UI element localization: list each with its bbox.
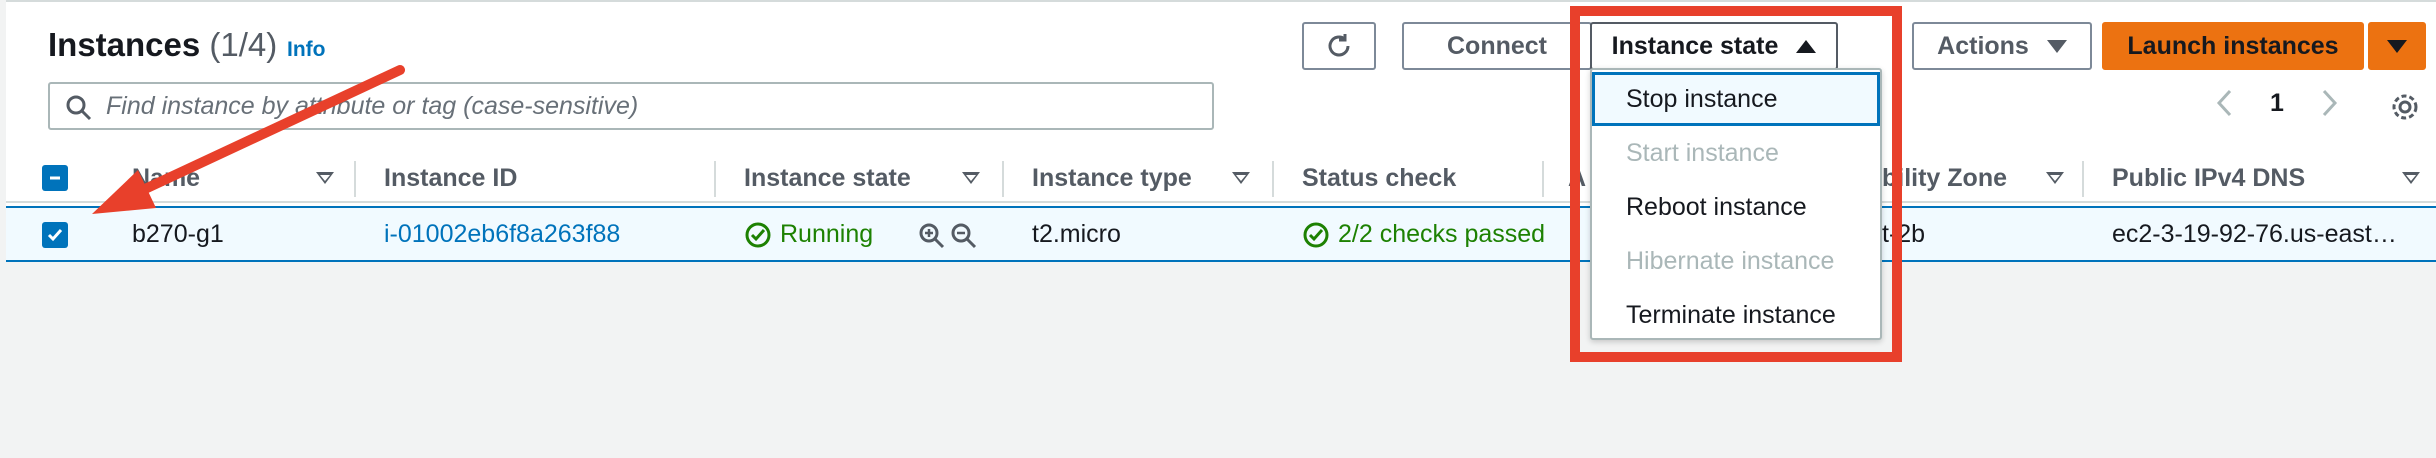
checkbox-checked-icon [47, 229, 63, 242]
status-check-text[interactable]: 2/2 checks passed [1338, 220, 1545, 249]
sort-icon[interactable] [2402, 172, 2420, 184]
zoom-in-icon[interactable] [918, 222, 946, 250]
column-divider[interactable] [2082, 161, 2084, 197]
search-box [48, 82, 1214, 130]
zoom-out-icon[interactable] [950, 222, 978, 250]
column-divider[interactable] [1272, 161, 1274, 197]
instance-state-menu: Stop instance Start instance Reboot inst… [1590, 68, 1882, 340]
column-header-instance-state[interactable]: Instance state [744, 153, 994, 203]
selected-count: (1/4) [209, 26, 278, 63]
column-header-label: Name [132, 163, 201, 192]
table-row[interactable]: b270-g1 i-01002eb6f8a263f88 Running t2.m… [6, 206, 2436, 262]
menu-item-terminate-instance[interactable]: Terminate instance [1592, 288, 1880, 342]
menu-item-hibernate-instance: Hibernate instance [1626, 246, 1835, 275]
column-header-label: bility Zone [1882, 163, 2007, 192]
column-header-label: Instance ID [384, 163, 518, 192]
column-header-label: A [1568, 163, 1587, 192]
column-header-instance-type[interactable]: Instance type [1032, 153, 1272, 203]
cell-public-dns: ec2-3-19-92-76.us-east… [2112, 220, 2397, 248]
table-header: Name Instance ID Instance state Instance… [6, 153, 2436, 203]
column-divider[interactable] [354, 161, 356, 197]
sort-icon[interactable] [1232, 172, 1250, 184]
menu-item-stop-instance[interactable]: Stop instance [1592, 72, 1880, 126]
column-header-public-dns[interactable]: Public IPv4 DNS [2112, 153, 2432, 203]
launch-options-button[interactable] [2368, 22, 2426, 70]
column-divider[interactable] [1542, 161, 1544, 197]
column-header-label: Public IPv4 DNS [2112, 163, 2306, 192]
gear-icon[interactable] [2388, 90, 2422, 124]
refresh-button[interactable] [1302, 22, 1376, 70]
check-circle-icon [745, 222, 771, 247]
column-header-name[interactable]: Name [132, 153, 352, 203]
column-header-status-check[interactable]: Status check [1302, 153, 1542, 203]
caret-up-icon [1796, 39, 1817, 53]
menu-item-reboot-instance[interactable]: Reboot instance [1592, 180, 1880, 234]
page-number[interactable]: 1 [2270, 89, 2284, 118]
caret-down-icon [2046, 39, 2067, 53]
cell-instance-type: t2.micro [1032, 220, 1121, 248]
checkbox-indeterminate-icon [50, 176, 60, 180]
column-header-label: Instance state [744, 163, 911, 192]
column-header-label: Instance type [1032, 163, 1192, 192]
title-text: Instances [48, 26, 201, 63]
chevron-right-icon[interactable] [2320, 88, 2338, 118]
row-checkbox[interactable] [42, 222, 68, 248]
actions-button-label: Actions [1937, 31, 2029, 60]
cell-instance-id-link[interactable]: i-01002eb6f8a263f88 [384, 220, 620, 249]
chevron-left-icon[interactable] [2216, 88, 2234, 118]
check-circle-icon [1303, 222, 1329, 247]
info-link[interactable]: Info [287, 38, 325, 62]
sort-icon[interactable] [962, 172, 980, 184]
instance-state-text: Running [780, 220, 874, 248]
cell-instance-state: Running [744, 220, 873, 249]
actions-button[interactable]: Actions [1912, 22, 2092, 70]
instance-state-button-label: Instance state [1611, 31, 1779, 60]
column-header-availability-zone[interactable]: bility Zone [1882, 153, 2064, 203]
refresh-icon [1328, 34, 1350, 57]
cell-availability-zone: t-2b [1882, 220, 1926, 248]
page-title: Instances (1/4) [48, 26, 277, 64]
sort-icon[interactable] [316, 172, 334, 184]
menu-item-start-instance: Start instance [1626, 138, 1779, 167]
column-header-instance-id[interactable]: Instance ID [384, 153, 704, 203]
select-all-checkbox[interactable] [42, 165, 68, 191]
instance-state-button[interactable]: Instance state [1590, 22, 1838, 70]
column-header-label: Status check [1302, 163, 1457, 192]
connect-button[interactable]: Connect [1402, 22, 1592, 70]
launch-instances-button[interactable]: Launch instances [2102, 22, 2364, 70]
pagination: 1 [2216, 88, 2338, 118]
sort-icon[interactable] [2046, 172, 2064, 184]
column-divider[interactable] [1002, 161, 1004, 197]
cell-name: b270-g1 [132, 220, 224, 248]
column-divider[interactable] [714, 161, 716, 197]
search-input[interactable] [104, 90, 1194, 122]
search-icon [66, 95, 92, 121]
cell-status-check: 2/2 checks passed [1302, 220, 1545, 249]
caret-down-icon [2387, 39, 2407, 53]
